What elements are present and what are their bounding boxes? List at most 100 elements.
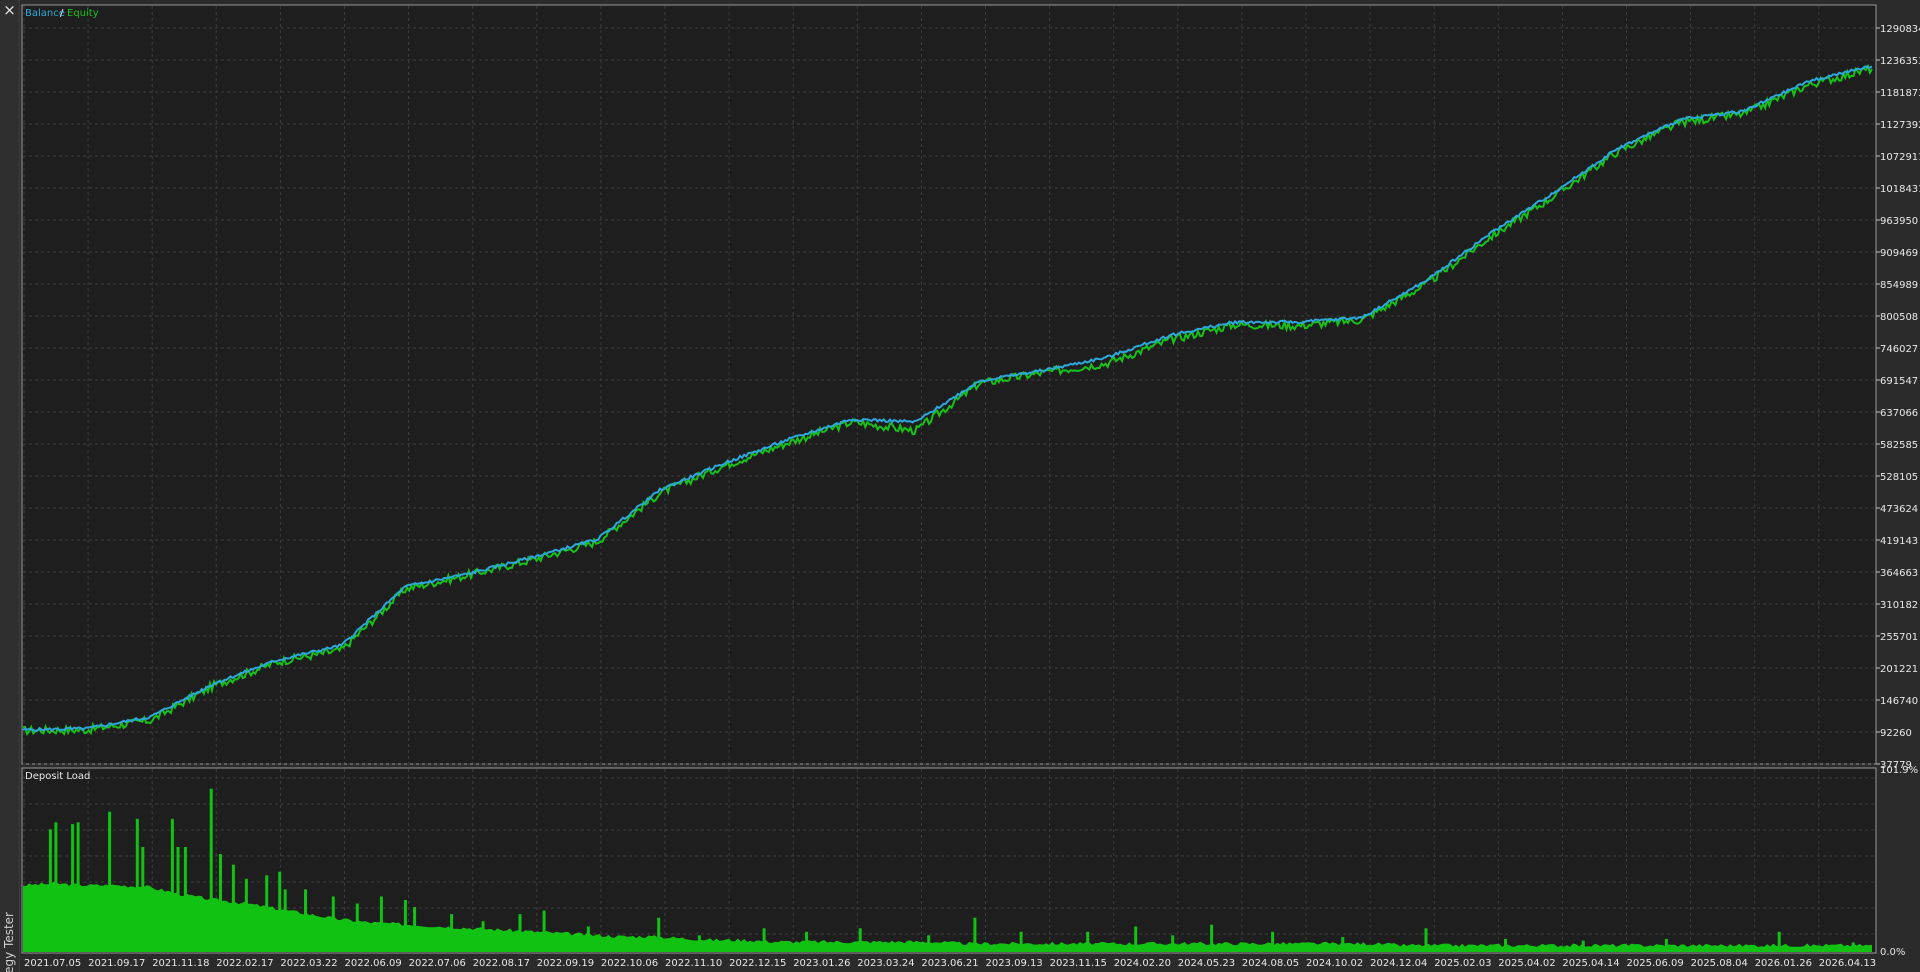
x-tick-label: 2025.04.02 (1498, 958, 1555, 969)
x-tick-label: 2023.01.26 (793, 958, 850, 969)
deposit-load-spike (450, 914, 454, 952)
x-tick-label: 2024.05.23 (1178, 958, 1235, 969)
balance-equity-chart: 1290834 1236353 1181873 1127392 1072911 10184… (21, 4, 1920, 771)
x-tick-label: 2023.03.24 (857, 958, 914, 969)
deposit-load-spike (1504, 938, 1507, 952)
x-tick-label: 2025.02.03 (1434, 958, 1491, 969)
deposit-load-spike (1271, 931, 1275, 952)
main-y-tick-label: 1072911 (1880, 152, 1920, 163)
deposit-load-spike (244, 878, 248, 952)
deposit-load-spike (481, 921, 485, 952)
deposit-load-spike (762, 928, 766, 952)
main-plot-background (21, 4, 1877, 765)
main-y-tick-label: 255701 (1880, 632, 1918, 643)
x-tick-label: 2023.11.15 (1050, 958, 1107, 969)
deposit-load-spike (1341, 937, 1345, 952)
deposit-load-spike (973, 917, 977, 952)
x-tick-label: 2024.10.02 (1306, 958, 1363, 969)
deposit-load-spike (697, 935, 701, 952)
deposit-load-spike (1134, 926, 1138, 952)
main-y-tick-label: 310182 (1880, 600, 1918, 611)
deposit-load-spike (805, 931, 809, 952)
main-y-tick-label: 201221 (1880, 664, 1918, 675)
deposit-load-spike (108, 811, 112, 952)
deposit-load-spike (54, 822, 58, 952)
deposit-load-spike (927, 935, 931, 952)
x-tick-label: 2022.02.17 (216, 958, 273, 969)
deposit-load-chart: 101.9% 0.0% (21, 765, 1918, 958)
deposit-load-spike (542, 910, 546, 952)
deposit-load-spike (1424, 928, 1428, 952)
deposit-load-spike (1851, 942, 1855, 952)
deposit-load-spike (304, 889, 307, 952)
deposit-load-spike (278, 871, 282, 952)
deposit-load-spike (71, 824, 75, 952)
deposit-load-spike (76, 822, 80, 952)
main-y-tick-label: 582585 (1880, 440, 1918, 451)
deposit-load-spike (586, 926, 590, 952)
deposit-load-spike (1664, 938, 1668, 952)
x-tick-label: 2024.08.05 (1242, 958, 1299, 969)
main-y-tick-label: 800508 (1880, 312, 1918, 323)
deposit-load-spike (403, 900, 407, 952)
x-tick-label: 2025.08.04 (1691, 958, 1748, 969)
main-y-tick-label: 691547 (1880, 376, 1918, 387)
main-y-tick-label: 963950 (1880, 216, 1918, 227)
deposit-load-spike (135, 818, 139, 952)
x-tick-label: 2021.11.18 (152, 958, 209, 969)
x-axis: 2021.07.05 2021.09.17 2021.11.18 2022.02.17… (24, 958, 1876, 969)
main-y-tick-label: 364663 (1880, 568, 1918, 579)
deposit-load-spike (183, 847, 187, 952)
load-y-tick-label: 0.0% (1880, 947, 1905, 958)
x-tick-label: 2021.09.17 (88, 958, 145, 969)
deposit-load-spike (355, 903, 359, 952)
main-y-tick-label: 1181873 (1880, 88, 1920, 99)
deposit-load-title: Deposit Load (25, 771, 90, 782)
x-tick-label: 2022.09.19 (537, 958, 594, 969)
x-tick-label: 2022.10.06 (601, 958, 658, 969)
deposit-load-spike (1086, 931, 1090, 952)
main-y-tick-label: 637066 (1880, 408, 1918, 419)
x-tick-label: 2026.01.26 (1755, 958, 1812, 969)
x-tick-label: 2025.06.09 (1627, 958, 1684, 969)
deposit-load-spike (48, 829, 52, 952)
deposit-load-spike (1777, 931, 1781, 952)
deposit-load-spike (518, 914, 522, 952)
deposit-load-spike (219, 854, 222, 952)
main-y-tick-label: 92260 (1880, 728, 1912, 739)
x-tick-label: 2022.08.17 (473, 958, 530, 969)
x-tick-label: 2021.07.05 (24, 958, 81, 969)
deposit-load-spike (858, 928, 862, 952)
legend-equity: Equity (67, 8, 99, 19)
main-y-tick-label: 528105 (1880, 472, 1918, 483)
load-y-tick-label: 101.9% (1880, 765, 1918, 776)
deposit-load-spike (657, 917, 661, 952)
strategy-tester-window: × Strategy Tester 1290834123635311818731… (0, 0, 1920, 972)
x-tick-label: 2024.02.20 (1114, 958, 1171, 969)
x-tick-label: 2024.12.04 (1370, 958, 1427, 969)
main-y-tick-label: 1018431 (1880, 184, 1920, 195)
main-y-tick-label: 1290834 (1880, 24, 1920, 35)
main-y-tick-label: 1127392 (1880, 120, 1920, 131)
deposit-load-spike (331, 896, 335, 952)
chart-area: 1290834 1236353 1181873 1127392 1072911 10184… (21, 4, 1920, 969)
deposit-load-spike (231, 864, 235, 952)
legend-balance: Balance (25, 8, 65, 19)
x-tick-label: 2025.04.14 (1562, 958, 1619, 969)
deposit-load-spike (170, 818, 174, 952)
deposit-load-spike (1581, 940, 1585, 952)
main-y-tick-label: 473624 (1880, 504, 1918, 515)
deposit-load-spike (1171, 935, 1175, 952)
x-tick-label: 2022.03.22 (280, 958, 337, 969)
main-y-tick-label: 854989 (1880, 280, 1918, 291)
main-y-tick-label: 746027 (1880, 344, 1918, 355)
deposit-load-spike (209, 788, 213, 952)
main-y-tick-label: 1236353 (1880, 56, 1920, 67)
deposit-load-spike (413, 907, 417, 952)
x-tick-label: 2022.11.10 (665, 958, 722, 969)
deposit-load-spike (379, 896, 383, 952)
x-tick-label: 2022.12.15 (729, 958, 786, 969)
deposit-load-spike (265, 875, 269, 952)
x-tick-label: 2022.07.06 (409, 958, 466, 969)
deposit-load-spike (176, 847, 180, 952)
